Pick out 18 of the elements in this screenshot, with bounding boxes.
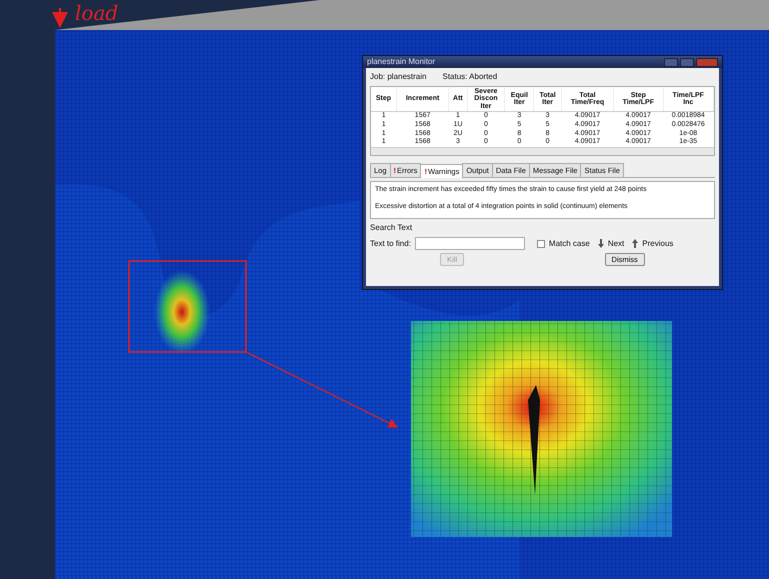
up-arrow-icon [632, 239, 638, 248]
previous-link[interactable]: Previous [642, 238, 674, 250]
status-label: Status: Aborted [442, 71, 498, 83]
close-button[interactable] [696, 58, 718, 66]
horizontal-scrollbar[interactable] [371, 147, 714, 156]
field-label: Text to find: [370, 238, 411, 250]
job-label: Job: planestrain [370, 71, 426, 83]
minimize-button[interactable] [664, 58, 678, 66]
handwritten-annotation: load [75, 1, 118, 25]
checkbox[interactable] [536, 240, 545, 248]
next-link[interactable]: Next [608, 238, 624, 250]
checkbox-label: Match case [548, 238, 590, 250]
maximize-button[interactable] [680, 58, 694, 66]
group-label: Search Text [370, 222, 414, 234]
down-arrow-icon [598, 239, 604, 248]
load-arrow [52, 8, 68, 28]
window-title: planestrain Monitor [367, 56, 436, 68]
search-field[interactable] [414, 237, 525, 250]
